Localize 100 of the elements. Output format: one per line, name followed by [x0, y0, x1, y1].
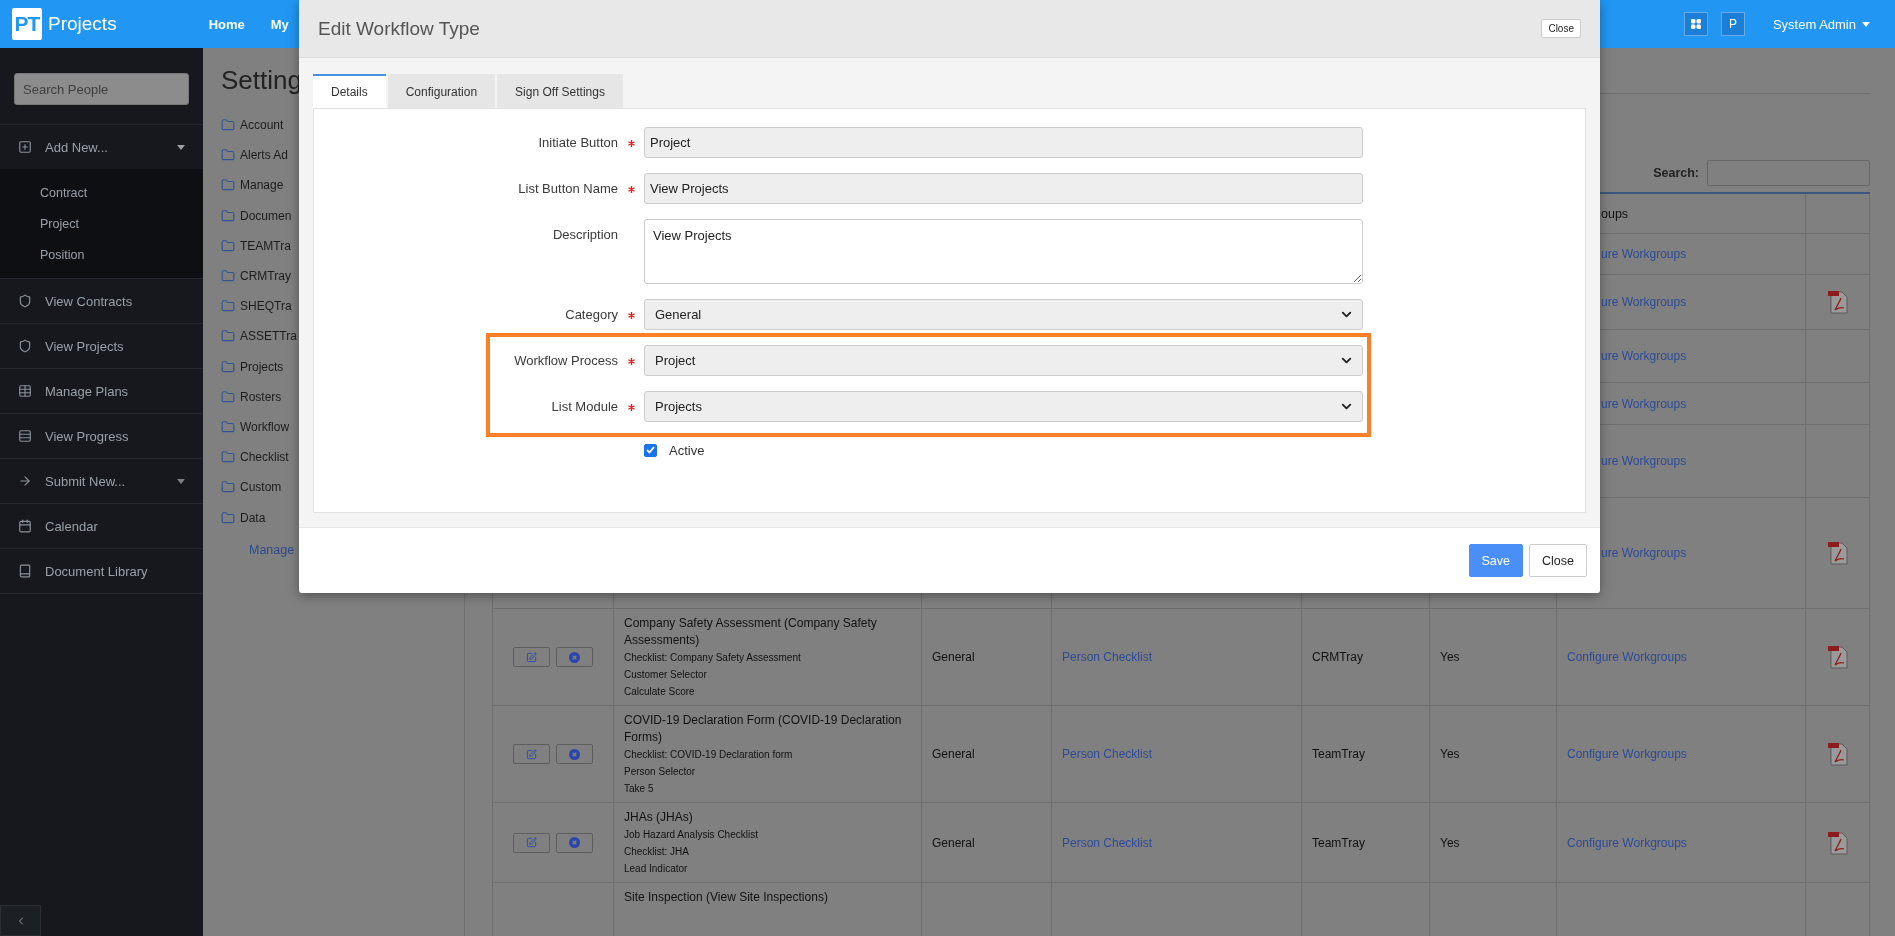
pdf-icon[interactable]: [1826, 742, 1849, 766]
folder-link[interactable]: Manage: [240, 178, 284, 193]
nav-link[interactable]: Home: [208, 16, 245, 32]
book-icon: [18, 564, 32, 578]
folder-link[interactable]: Rosters: [240, 389, 282, 404]
text-field[interactable]: Project: [644, 127, 1363, 158]
apps-button[interactable]: [1683, 12, 1708, 36]
delete-button[interactable]: [556, 832, 593, 853]
folder-link[interactable]: ASSETTra: [240, 329, 297, 344]
delete-button[interactable]: [556, 744, 593, 764]
folder-icon: [221, 480, 235, 495]
search-field[interactable]: Search People: [14, 73, 189, 105]
module-text: TeamTray: [1312, 835, 1365, 850]
folder-icon: [221, 329, 235, 344]
active-checkbox[interactable]: [644, 443, 657, 457]
app-name: Projects: [48, 13, 117, 35]
tab[interactable]: Sign Off Settings: [497, 74, 623, 108]
sidebar-subitem[interactable]: Position: [0, 239, 203, 270]
workflow-title: Company Safety Assessment (Company Safety Assessments): [624, 615, 878, 649]
folder-icon: [221, 510, 235, 525]
folder-link[interactable]: Checklist: [240, 450, 289, 465]
table-search-field[interactable]: [1707, 160, 1870, 186]
enabled-text: Yes: [1440, 747, 1460, 761]
grid-icon: [1689, 18, 1702, 30]
folder-link[interactable]: Alerts Ad: [240, 148, 289, 163]
pdf-icon[interactable]: [1826, 541, 1849, 565]
enabled-text: Yes: [1440, 835, 1460, 850]
sidebar-subitem[interactable]: Contract: [0, 177, 203, 208]
folder-link[interactable]: TEAMTra: [240, 238, 291, 253]
description-field[interactable]: View Projects: [644, 219, 1363, 284]
field-label: List Button Name: [517, 180, 618, 198]
folder-link[interactable]: Custom: [240, 480, 282, 495]
text-field[interactable]: View Projects: [644, 173, 1363, 204]
folder-icon: [221, 238, 235, 253]
folder-icon: [221, 208, 235, 223]
folder-link[interactable]: Data: [240, 510, 266, 525]
pdf-icon[interactable]: [1826, 830, 1849, 855]
search-label: Search:: [1653, 166, 1699, 180]
close-button[interactable]: Close: [1541, 19, 1581, 38]
active-label: Active: [669, 442, 705, 458]
workflow-detail: Lead Indicator: [624, 862, 688, 876]
tab[interactable]: Configuration: [387, 74, 496, 108]
field-label: Workflow Process: [513, 352, 618, 370]
workflow-detail: Checklist: COVID-19 Declaration form: [624, 748, 793, 762]
folder-link[interactable]: Workflow: [240, 419, 290, 434]
edit-button[interactable]: [513, 744, 550, 764]
folder-icon: [221, 359, 235, 374]
nav-link[interactable]: My: [270, 16, 289, 32]
folder-icon: [221, 118, 235, 133]
profile-button[interactable]: P: [1720, 12, 1745, 36]
edit-button[interactable]: [513, 832, 550, 853]
tab[interactable]: Details: [313, 74, 386, 108]
required-icon: [627, 140, 635, 147]
logo-mark[interactable]: PT: [12, 8, 42, 40]
pdf-icon[interactable]: [1826, 290, 1849, 314]
remove-icon: [569, 748, 580, 760]
caret-icon: [177, 144, 185, 150]
field-label: Description: [551, 226, 618, 244]
caret-icon: [1862, 21, 1870, 27]
required-icon: [627, 404, 635, 411]
enabled-text: Yes: [1440, 650, 1460, 664]
edit-button[interactable]: [513, 647, 550, 667]
remove-icon: [569, 837, 580, 848]
select-field[interactable]: Projects: [644, 391, 1363, 422]
workflow-detail: Calculate Score: [624, 685, 695, 699]
folder-link[interactable]: Projects: [240, 359, 284, 374]
page-title: Setting: [221, 64, 302, 96]
field-label: Initiate Button: [537, 134, 618, 152]
dialog-title: Edit Workflow Type: [318, 17, 480, 40]
folder-link[interactable]: Account: [240, 118, 284, 133]
select-field[interactable]: Project: [644, 345, 1363, 376]
folder-link[interactable]: SHEQTra: [240, 299, 292, 314]
module-text: TeamTray: [1312, 747, 1365, 761]
plus-square-icon: [18, 140, 32, 154]
user-menu[interactable]: System Admin: [1772, 16, 1870, 32]
remove-icon: [569, 651, 580, 663]
pdf-icon[interactable]: [1826, 645, 1849, 669]
caret-icon: [177, 478, 185, 484]
stacked-bars-icon: [18, 429, 32, 443]
module-text: CRMTray: [1312, 650, 1363, 664]
required-icon: [627, 186, 635, 193]
column-header[interactable]: oups: [1601, 206, 1629, 221]
manage-link[interactable]: Manage: [249, 542, 295, 557]
collapse-sidebar-button[interactable]: [0, 905, 41, 936]
save-button[interactable]: Save: [1468, 544, 1524, 577]
folder-icon: [221, 450, 235, 465]
delete-button[interactable]: [556, 647, 593, 667]
edit-icon: [526, 748, 537, 760]
folder-link[interactable]: CRMTray: [240, 269, 291, 284]
required-icon: [627, 358, 635, 365]
close-button[interactable]: Close: [1529, 544, 1587, 577]
folder-link[interactable]: Documen: [240, 208, 292, 223]
folder-icon: [221, 389, 235, 404]
select-field[interactable]: General: [644, 299, 1363, 330]
workflow-detail: Person Selector: [624, 765, 696, 779]
field-label: List Module: [550, 398, 618, 416]
table-icon: [18, 384, 32, 398]
folder-icon: [221, 148, 235, 163]
sidebar-subitem[interactable]: Project: [0, 208, 203, 239]
workflow-detail: Customer Selector: [624, 668, 707, 682]
